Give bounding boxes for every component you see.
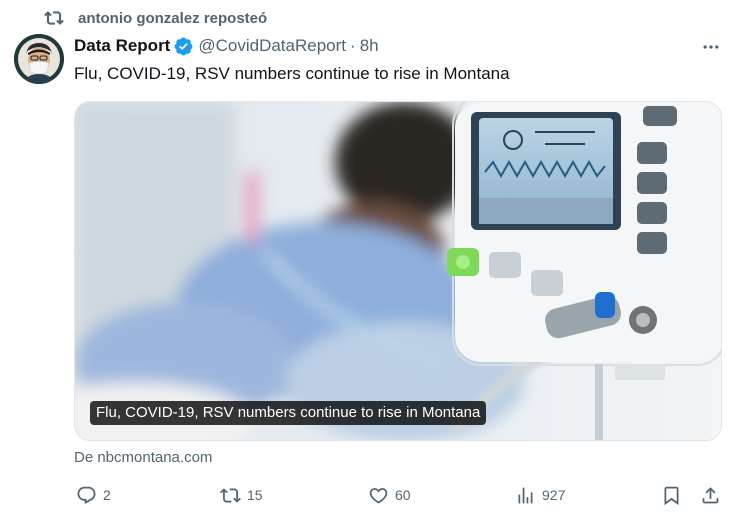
tweet-header: Data Report @CovidDataReport · 8h (74, 35, 379, 57)
tweet-actions: 2 15 60 927 (0, 484, 734, 506)
card-image (75, 102, 721, 440)
author-handle[interactable]: @CovidDataReport (198, 36, 346, 56)
views-chart-icon (518, 487, 533, 503)
card-source[interactable]: De nbcmontana.com (74, 449, 212, 466)
more-options-button[interactable] (700, 36, 722, 58)
tweet-text: Flu, COVID-19, RSV numbers continue to r… (74, 64, 510, 83)
like-count: 60 (395, 487, 411, 503)
bookmark-icon (664, 486, 679, 505)
more-dots-icon (703, 45, 719, 49)
heart-icon (369, 487, 388, 504)
views-count: 927 (542, 487, 566, 503)
repost-count: 15 (247, 487, 263, 503)
avatar[interactable] (14, 34, 64, 84)
like-button[interactable]: 60 (368, 484, 411, 506)
repost-icon (44, 11, 64, 25)
bookmark-button[interactable] (661, 484, 682, 506)
repost-header[interactable]: antonio gonzalez reposteó (44, 8, 267, 28)
reply-icon (77, 486, 96, 504)
avatar-image (14, 34, 64, 84)
link-card[interactable]: Flu, COVID-19, RSV numbers continue to r… (74, 101, 722, 441)
repost-text[interactable]: antonio gonzalez reposteó (78, 10, 267, 27)
tweet-timestamp[interactable]: 8h (360, 36, 379, 56)
card-caption: Flu, COVID-19, RSV numbers continue to r… (90, 401, 487, 425)
share-button[interactable] (700, 484, 721, 506)
verified-badge-icon (174, 37, 193, 55)
reply-count: 2 (103, 487, 111, 503)
share-icon (702, 486, 719, 503)
repost-button[interactable]: 15 (220, 484, 263, 506)
author-name[interactable]: Data Report (74, 36, 170, 56)
views-button[interactable]: 927 (515, 484, 565, 506)
repost-icon (220, 487, 241, 503)
separator-dot: · (350, 36, 356, 55)
reply-button[interactable]: 2 (76, 484, 111, 506)
